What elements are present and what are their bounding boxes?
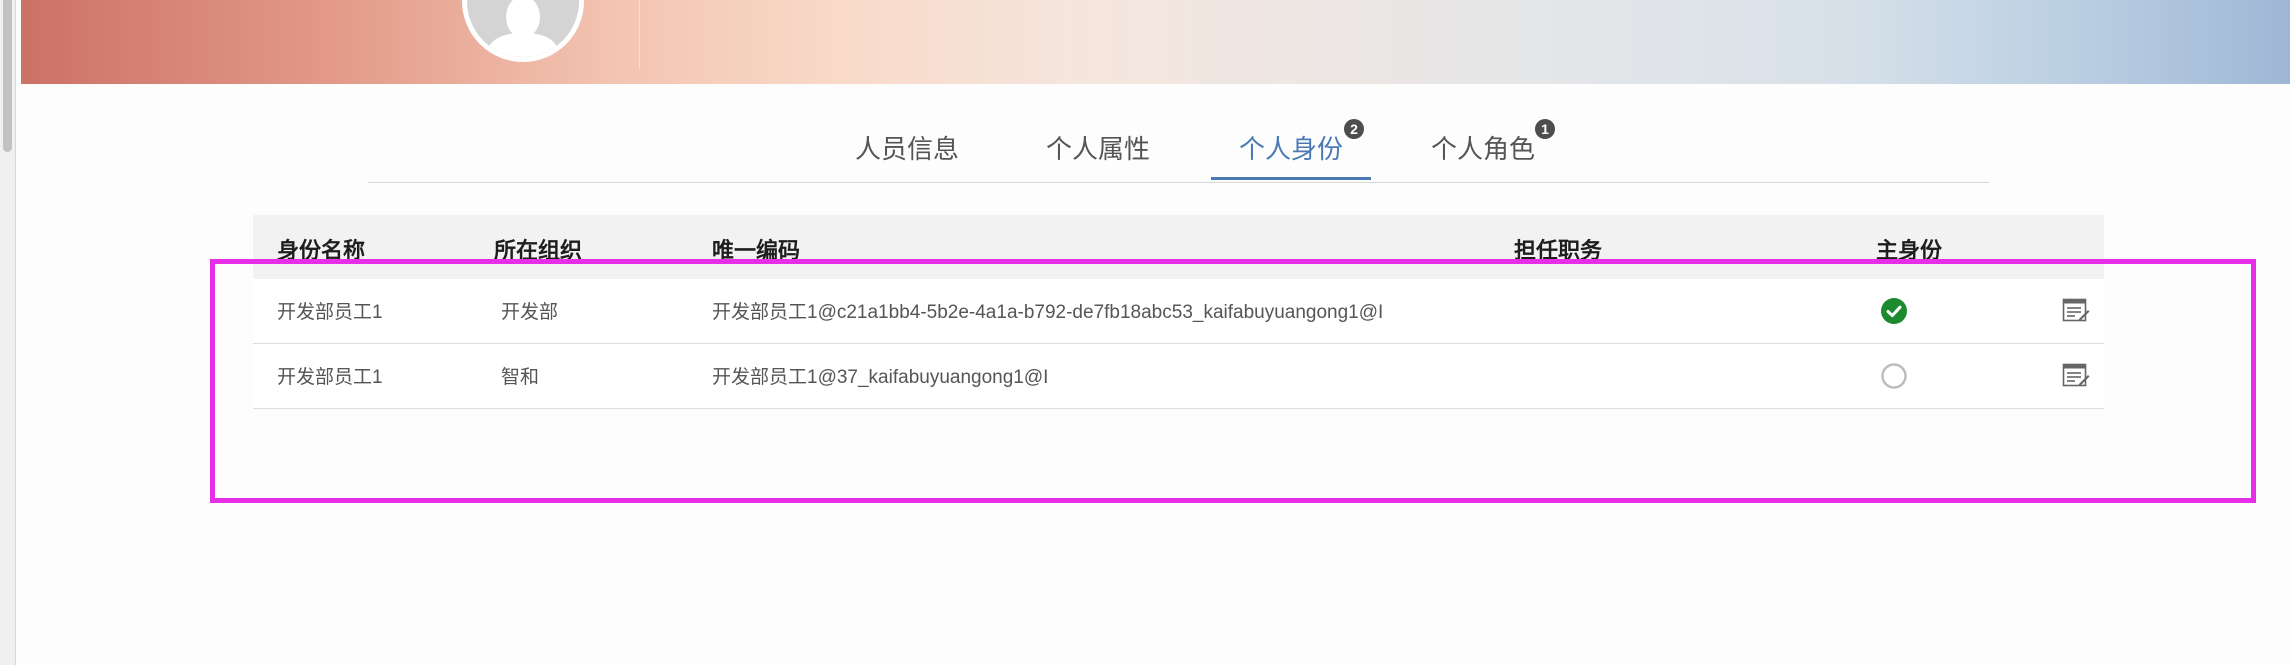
tab-personnel-info[interactable]: 人员信息 bbox=[855, 131, 959, 167]
column-header-unique-code: 唯一编码 bbox=[712, 238, 801, 263]
tab-identity-count-badge: 2 bbox=[1344, 119, 1364, 139]
profile-tabs: 人员信息 个人属性 个人身份 2 个人角色 1 bbox=[368, 115, 1989, 183]
table-row[interactable]: 开发部员工1 开发部 开发部员工1@c21a1bb4-5b2e-4a1a-b79… bbox=[253, 279, 2104, 344]
edit-identity-button[interactable] bbox=[2062, 298, 2090, 324]
banner-divider bbox=[639, 0, 640, 68]
page-scrollbar[interactable] bbox=[0, 0, 16, 665]
check-circle-icon bbox=[1881, 298, 1907, 324]
edit-document-icon bbox=[2062, 363, 2090, 387]
column-header-identity-name: 身份名称 bbox=[277, 238, 366, 263]
radio-empty-icon bbox=[1881, 363, 1907, 389]
column-header-organization: 所在组织 bbox=[494, 238, 583, 263]
active-tab-indicator bbox=[1211, 177, 1371, 180]
cell-identity-name: 开发部员工1 bbox=[277, 367, 383, 388]
identity-table: 身份名称 所在组织 唯一编码 担任职务 主身份 开发部员工1 开发部 开发部员工… bbox=[253, 215, 2104, 409]
tab-label: 人员信息 bbox=[855, 134, 960, 164]
tab-label: 个人角色 bbox=[1431, 134, 1536, 164]
cell-identity-name: 开发部员工1 bbox=[277, 302, 383, 323]
tab-label: 个人属性 bbox=[1046, 134, 1151, 164]
profile-banner bbox=[21, 0, 2290, 84]
primary-identity-toggle[interactable] bbox=[1881, 363, 1907, 389]
tab-personal-roles[interactable]: 个人角色 bbox=[1431, 131, 1535, 167]
cell-unique-code: 开发部员工1@37_kaifabuyuangong1@I bbox=[712, 367, 1049, 388]
tab-personal-attributes[interactable]: 个人属性 bbox=[1046, 131, 1150, 167]
tab-roles-count-badge: 1 bbox=[1535, 119, 1555, 139]
primary-identity-toggle[interactable] bbox=[1881, 298, 1907, 324]
column-header-primary-identity: 主身份 bbox=[1876, 238, 1943, 263]
table-row[interactable]: 开发部员工1 智和 开发部员工1@37_kaifabuyuangong1@I bbox=[253, 344, 2104, 409]
edit-document-icon bbox=[2062, 298, 2090, 322]
cell-organization: 开发部 bbox=[501, 302, 559, 323]
user-silhouette-icon bbox=[467, 0, 579, 57]
table-header: 身份名称 所在组织 唯一编码 担任职务 主身份 bbox=[253, 215, 2104, 279]
tab-label: 个人身份 bbox=[1239, 134, 1344, 164]
page-scrollbar-thumb[interactable] bbox=[3, 0, 12, 152]
edit-identity-button[interactable] bbox=[2062, 363, 2090, 389]
column-header-position: 担任职务 bbox=[1514, 238, 1603, 263]
cell-unique-code: 开发部员工1@c21a1bb4-5b2e-4a1a-b792-de7fb18ab… bbox=[712, 302, 1384, 323]
avatar[interactable] bbox=[462, 0, 584, 62]
tab-personal-identity[interactable]: 个人身份 bbox=[1239, 131, 1343, 167]
cell-organization: 智和 bbox=[501, 367, 540, 388]
